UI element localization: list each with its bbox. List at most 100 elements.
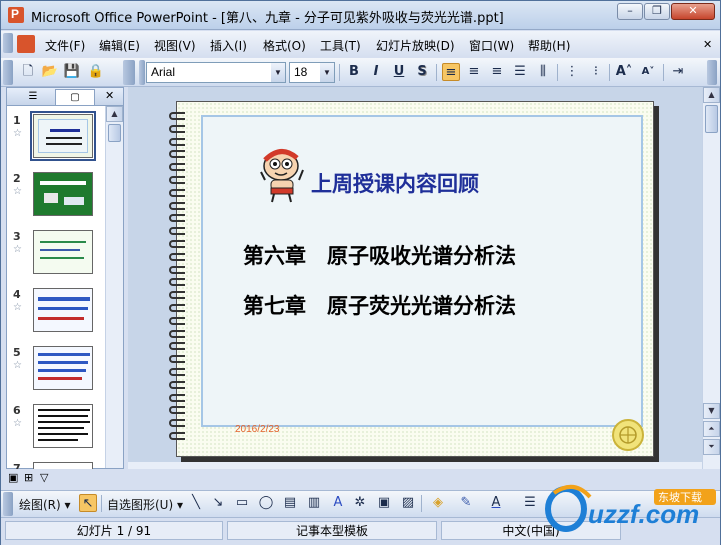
bold-button[interactable]: B (345, 63, 363, 81)
distribute-icon[interactable]: ☰ (511, 63, 529, 81)
spiral-ring (169, 355, 185, 364)
menu-grip[interactable] (3, 33, 13, 53)
thumbnail-row[interactable]: 1 ☆ (7, 111, 107, 164)
toolbar-chevron-icon[interactable] (707, 60, 717, 85)
thumbnail-row[interactable]: 2 ☆ (7, 172, 107, 222)
current-slide[interactable]: 上周授课内容回顾 第六章 原子吸收光谱分析法 第七章 原子荧光光谱分析法 201… (169, 101, 654, 457)
slide-thumbnail[interactable] (33, 288, 93, 332)
next-slide-icon[interactable]: ⏷ (703, 439, 720, 455)
outline-tab-icon[interactable]: ☰ (13, 89, 53, 105)
slide-body-line[interactable]: 第七章 原子荧光光谱分析法 (243, 290, 516, 320)
clipart-icon[interactable]: ▣ (375, 494, 393, 512)
autoshapes-button[interactable]: 自选图形(U) ▾ (107, 496, 183, 513)
document-icon[interactable] (17, 35, 35, 53)
draw-menu-button[interactable]: 绘图(R) ▾ (19, 496, 71, 513)
close-pane-icon[interactable]: ✕ (105, 89, 114, 102)
toolbar-chevron-icon[interactable] (123, 60, 135, 85)
line-color-icon[interactable]: ✎ (457, 494, 475, 512)
numbering-icon[interactable]: ⋮ (563, 63, 581, 81)
slide-thumbnail[interactable] (30, 111, 96, 161)
menu-format[interactable]: 格式(O) (263, 37, 306, 54)
editor-scrollbar[interactable]: ▲ ▼ ⏶ ⏷ (702, 87, 720, 469)
minimize-button[interactable]: – (617, 3, 643, 20)
oval-icon[interactable]: ◯ (257, 494, 275, 512)
normal-view-icon[interactable]: ▣ (8, 471, 18, 484)
permission-icon[interactable]: 🔒 (87, 63, 105, 81)
new-icon[interactable]: 🗋 (19, 63, 37, 81)
slide-thumbnail[interactable] (33, 346, 93, 390)
font-name-select[interactable]: Arial ▼ (146, 62, 286, 83)
shadow-button[interactable]: S (413, 63, 431, 81)
thumbnail-row[interactable]: 4 ☆ (7, 288, 107, 338)
menu-tools[interactable]: 工具(T) (320, 37, 361, 54)
rectangle-icon[interactable]: ▭ (233, 494, 251, 512)
align-left-icon[interactable]: ≡ (442, 63, 460, 81)
decrease-font-icon[interactable]: A˅ (639, 63, 657, 81)
scroll-thumb[interactable] (108, 124, 121, 142)
slide-sorter-icon[interactable]: ⊞ (24, 471, 33, 484)
previous-slide-icon[interactable]: ⏶ (703, 421, 720, 437)
slides-pane: ☰ ▢ ✕ 1 ☆ 2 ☆ 3 ☆ 4 ☆ 5 ☆ 6 ☆ 7 ▲ (6, 87, 124, 470)
spiral-ring (169, 419, 185, 428)
select-pointer-icon[interactable]: ↖ (79, 494, 97, 512)
increase-font-icon[interactable]: A˄ (615, 63, 633, 81)
drawing-grip[interactable] (3, 492, 13, 516)
bullets-icon[interactable]: ⁝ (587, 63, 605, 81)
scroll-down-icon[interactable]: ▼ (703, 403, 720, 419)
align-right-icon[interactable]: ≡ (488, 63, 506, 81)
university-emblem-icon (612, 419, 644, 451)
thumbnail-row[interactable]: 5 ☆ (7, 346, 107, 396)
spiral-ring (169, 316, 185, 325)
menu-file[interactable]: 文件(F) (45, 37, 85, 54)
menu-help[interactable]: 帮助(H) (528, 37, 570, 54)
italic-button[interactable]: I (367, 63, 385, 81)
formatting-grip[interactable] (139, 60, 145, 85)
arrow-icon[interactable]: ↘ (209, 494, 227, 512)
scroll-up-icon[interactable]: ▲ (106, 106, 123, 122)
close-button[interactable]: ✕ (671, 3, 715, 20)
line-icon[interactable]: ╲ (187, 494, 205, 512)
underline-button[interactable]: U (390, 63, 408, 81)
textbox-icon[interactable]: ▤ (281, 494, 299, 512)
font-size-select[interactable]: 18 ▼ (289, 62, 335, 83)
thumbnail-row[interactable]: 6 ☆ (7, 404, 107, 454)
slides-tab-icon[interactable]: ▢ (55, 89, 95, 105)
columns-icon[interactable]: ⫼ (534, 63, 552, 81)
slide-thumbnail[interactable] (33, 404, 93, 448)
save-icon[interactable]: 💾 (63, 63, 81, 81)
slideshow-view-icon[interactable]: ▽ (40, 471, 48, 484)
slide-thumbnail[interactable] (33, 230, 93, 274)
spiral-ring (169, 368, 185, 376)
line-style-icon[interactable]: ☰ (521, 494, 539, 512)
vertical-textbox-icon[interactable]: ▥ (305, 494, 323, 512)
menu-view[interactable]: 视图(V) (154, 37, 196, 54)
slide-title[interactable]: 上周授课内容回顾 (311, 168, 479, 198)
open-icon[interactable]: 📂 (41, 63, 59, 81)
font-color-icon[interactable]: A (487, 494, 505, 512)
fill-color-icon[interactable]: ◈ (429, 494, 447, 512)
animation-star-icon: ☆ (13, 244, 22, 255)
menu-insert[interactable]: 插入(I) (210, 37, 247, 54)
menu-window[interactable]: 窗口(W) (469, 37, 514, 54)
scroll-up-icon[interactable]: ▲ (703, 87, 720, 103)
scroll-thumb[interactable] (705, 105, 718, 133)
wordart-icon[interactable]: A (329, 494, 347, 512)
chevron-down-icon[interactable]: ▼ (271, 63, 285, 82)
toolbar-grip[interactable] (3, 60, 13, 85)
editor-horizontal-scrollbar[interactable] (128, 462, 702, 469)
slide-thumbnail[interactable] (33, 172, 93, 216)
menu-edit[interactable]: 编辑(E) (99, 37, 140, 54)
thumbnail-row[interactable]: 3 ☆ (7, 230, 107, 280)
diagram-icon[interactable]: ✲ (351, 494, 369, 512)
spiral-ring (169, 291, 185, 300)
picture-icon[interactable]: ▨ (399, 494, 417, 512)
close-document-icon[interactable]: ✕ (703, 38, 712, 51)
slides-pane-scrollbar[interactable]: ▲ (105, 106, 123, 468)
slide-body-line[interactable]: 第六章 原子吸收光谱分析法 (243, 240, 516, 270)
powerpoint-app-icon[interactable] (8, 7, 24, 23)
menu-slideshow[interactable]: 幻灯片放映(D) (376, 37, 455, 54)
chevron-down-icon[interactable]: ▼ (320, 63, 334, 82)
indent-icon[interactable]: ⇥ (669, 63, 687, 81)
restore-button[interactable]: ❐ (644, 3, 670, 20)
align-center-icon[interactable]: ≡ (465, 63, 483, 81)
